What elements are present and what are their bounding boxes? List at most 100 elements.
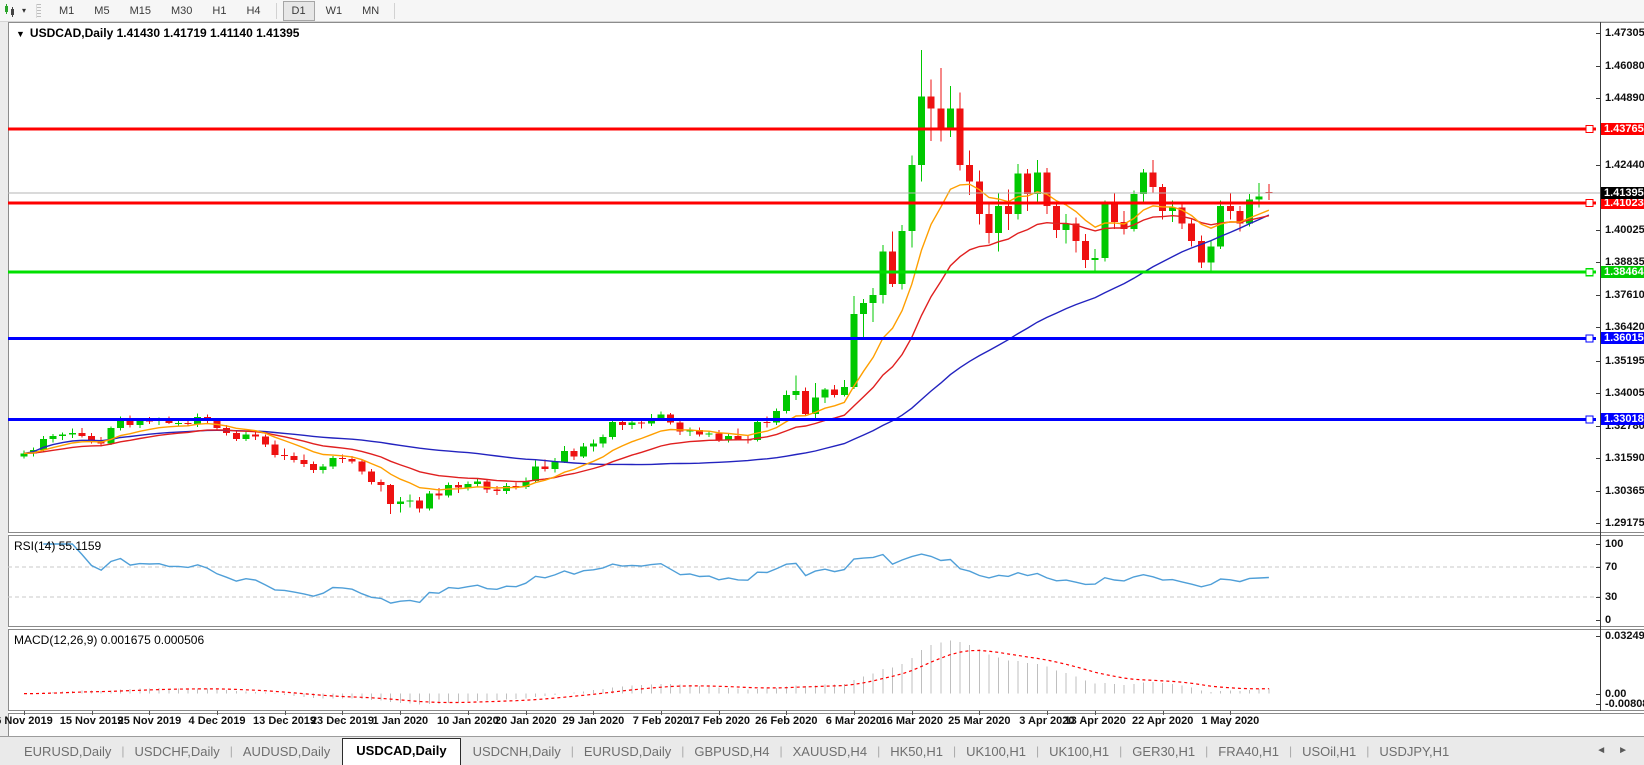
price-tick-mark [1596,393,1601,394]
rsi-panel[interactable] [8,536,1600,626]
price-badge: 1.43765 [1601,123,1644,135]
date-label: 26 Feb 2020 [755,715,817,727]
price-tick-mark [1596,230,1601,231]
tab-gbpusd-h4-6[interactable]: GBPUSD,H4 [684,739,779,765]
price-tick-mark [1596,491,1601,492]
timeframe-button-d1[interactable]: D1 [283,1,315,21]
rsi-tick: 30 [1605,591,1617,603]
rsi-label: RSI(14) 55.1159 [14,539,101,553]
timeframe-button-m5[interactable]: M5 [85,1,118,21]
tab-hk50-h1-8[interactable]: HK50,H1 [880,739,953,765]
tab-usdcad-daily-3[interactable]: USDCAD,Daily [342,738,460,765]
tab-fra40-h1-12[interactable]: FRA40,H1 [1208,739,1289,765]
macd-tick-mark [1596,636,1601,637]
date-label: 23 Dec 2019 [311,715,374,727]
price-tick: 1.44890 [1605,92,1644,104]
toolbar-grip-handle[interactable] [36,4,41,18]
timeframe-button-mn[interactable]: MN [353,1,388,21]
macd-tick: 0.032493 [1605,630,1644,642]
price-tick-mark [1596,33,1601,34]
tab-audusd-daily-2[interactable]: AUDUSD,Daily [233,739,340,765]
tab-usdcnh-daily-4[interactable]: USDCNH,Daily [463,739,571,765]
price-tick-mark [1596,66,1601,67]
price-tick: 1.29175 [1605,517,1644,529]
chart-title: ▼ USDCAD,Daily 1.41430 1.41719 1.41140 1.… [16,26,299,40]
rsi-tick-mark [1596,544,1601,545]
date-label: 25 Nov 2019 [118,715,182,727]
rsi-tick-mark [1596,620,1601,621]
price-tick-mark [1596,98,1601,99]
date-label: 17 Feb 2020 [688,715,750,727]
timeframe-button-h1[interactable]: H1 [203,1,235,21]
chart-type-button[interactable]: ▾ [3,4,26,18]
price-tick-mark [1596,458,1601,459]
price-tick: 1.42440 [1605,159,1644,171]
rsi-tick-mark [1596,567,1601,568]
price-tick: 1.35195 [1605,355,1644,367]
panel-splitter[interactable] [8,532,1644,536]
date-label: 15 Nov 2019 [60,715,124,727]
rsi-tick: 100 [1605,538,1623,550]
chart-ohlc: 1.41430 1.41719 1.41140 1.41395 [117,26,300,40]
date-label: 16 Mar 2020 [881,715,943,727]
price-tick-mark [1596,327,1601,328]
chart-type-icon [3,4,19,18]
chart-symbol: USDCAD,Daily [30,26,113,40]
price-tick: 1.47305 [1605,27,1644,39]
timeframe-button-m15[interactable]: M15 [121,1,160,21]
date-label: 1 May 2020 [1201,715,1259,727]
date-label: 25 Mar 2020 [948,715,1010,727]
price-tick: 1.37610 [1605,289,1644,301]
tab-uk100-h1-9[interactable]: UK100,H1 [956,739,1036,765]
chart-tab-bar: EURUSD,Daily|USDCHF,Daily|AUDUSD,DailyUS… [0,736,1644,765]
tab-eurusd-daily-5[interactable]: EURUSD,Daily [574,739,681,765]
date-label: 22 Apr 2020 [1132,715,1193,727]
timeframe-button-w1[interactable]: W1 [317,1,352,21]
price-tick-mark [1596,361,1601,362]
tab-usdjpy-h1-14[interactable]: USDJPY,H1 [1369,739,1459,765]
rsi-tick: 70 [1605,561,1617,573]
price-tick: 1.31590 [1605,452,1644,464]
date-label: 6 Mar 2020 [826,715,882,727]
tab-eurusd-daily-0[interactable]: EURUSD,Daily [14,739,121,765]
timeframe-button-m30[interactable]: M30 [162,1,201,21]
tab-scroll-right-icon[interactable]: ► [1618,745,1628,756]
date-label: 7 Feb 2020 [633,715,689,727]
price-tick-mark [1596,523,1601,524]
macd-label: MACD(12,26,9) 0.001675 0.000506 [14,633,204,647]
date-label: 1 Jan 2020 [373,715,429,727]
panel-splitter[interactable] [8,626,1644,630]
tab-uk100-h1-10[interactable]: UK100,H1 [1039,739,1119,765]
price-tick: 1.34005 [1605,387,1644,399]
date-label: 13 Apr 2020 [1064,715,1125,727]
macd-tick: -0.008086 [1605,698,1644,710]
date-label: 29 Jan 2020 [562,715,624,727]
tab-usdchf-daily-1[interactable]: USDCHF,Daily [125,739,230,765]
main-chart[interactable] [8,22,1600,532]
date-label: 6 Nov 2019 [0,715,53,727]
price-tick-mark [1596,262,1601,263]
price-badge: 1.38464 [1601,266,1644,278]
rsi-tick: 0 [1605,614,1611,626]
chevron-down-icon: ▾ [22,6,26,15]
macd-tick-mark [1596,704,1601,705]
price-tick: 1.46080 [1605,60,1644,72]
tab-ger30-h1-11[interactable]: GER30,H1 [1122,739,1205,765]
timeframe-button-m1[interactable]: M1 [50,1,83,21]
price-badge: 1.36015 [1601,332,1644,344]
macd-panel[interactable] [8,630,1600,710]
price-tick-mark [1596,165,1601,166]
date-label: 20 Jan 2020 [495,715,557,727]
date-label: 4 Dec 2019 [189,715,246,727]
tab-scroll-left-icon[interactable]: ◄ [1596,745,1606,756]
macd-tick-mark [1596,694,1601,695]
price-tick-mark [1596,295,1601,296]
tab-nav: ◄► [1584,745,1628,756]
price-tick: 1.30365 [1605,485,1644,497]
collapse-icon[interactable]: ▼ [16,29,25,39]
price-badge: 1.41395 [1601,187,1644,199]
top-toolbar: ▾ M1M5M15M30H1H4 D1W1MN [0,0,1644,22]
tab-usoil-h1-13[interactable]: USOil,H1 [1292,739,1366,765]
timeframe-button-h4[interactable]: H4 [237,1,269,21]
tab-xauusd-h4-7[interactable]: XAUUSD,H4 [783,739,877,765]
